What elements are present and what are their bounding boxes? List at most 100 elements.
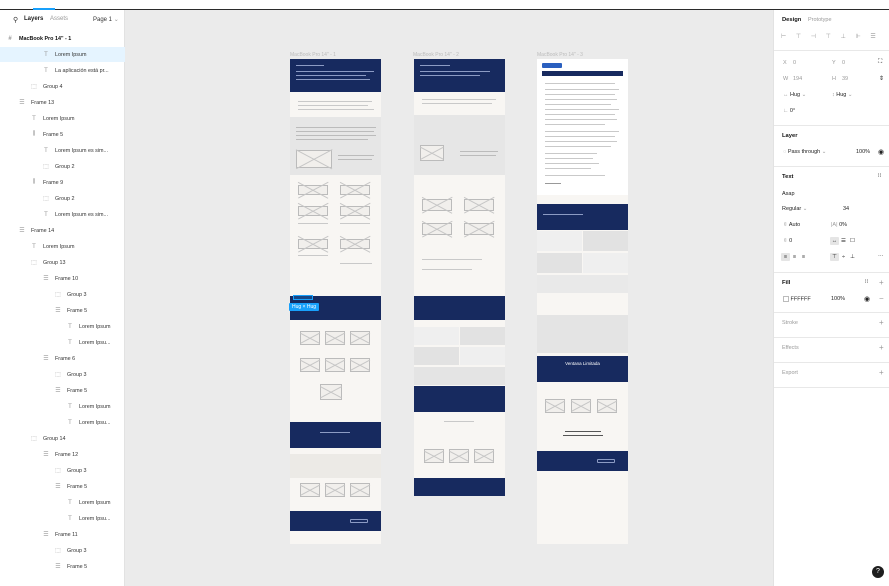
fill-swatch[interactable] — [783, 296, 789, 302]
layer-row[interactable]: ⫼ Frame 9 — [0, 175, 125, 190]
auto-height-icon[interactable]: ☰ — [839, 237, 848, 245]
layer-row[interactable]: T Lorem Ipsum — [0, 495, 125, 510]
fill-color-input[interactable]: FFFFFF — [783, 296, 811, 302]
layer-row[interactable]: ☰ Frame 12 — [0, 447, 125, 462]
image-placeholder — [298, 206, 328, 216]
eye-icon[interactable]: ◉ — [864, 295, 870, 303]
layer-row[interactable]: T Lorem Ipsum — [0, 47, 125, 62]
layer-row[interactable]: ⬚ Group 3 — [0, 367, 125, 382]
layer-row[interactable]: T Lorem Ipsum es sim... — [0, 207, 125, 222]
x-input[interactable]: 0 — [793, 60, 796, 66]
add-fill-icon[interactable]: + — [879, 278, 884, 287]
add-effect-icon[interactable]: + — [879, 343, 884, 352]
font-weight-select[interactable]: Regular ⌄ — [782, 206, 807, 212]
layer-row[interactable]: ☰ Frame 5 — [0, 479, 125, 494]
layer-row[interactable]: T Lorem Ipsum — [0, 399, 125, 414]
frame-3[interactable]: Ventana Limitada — [537, 59, 628, 544]
fill-styles-icon[interactable]: ⁞⁞ — [865, 279, 868, 285]
layer-row[interactable]: # MacBook Pro 14" - 1 — [0, 31, 125, 46]
vertical-align-toggle[interactable]: ⊤ ÷ ⊥ — [830, 253, 857, 261]
add-stroke-icon[interactable]: + — [879, 318, 884, 327]
frame-1[interactable] — [290, 59, 381, 544]
resize-mode-toggle[interactable]: ↔ ☰ ☐ — [830, 237, 857, 245]
align-center-icon[interactable]: ≡ — [790, 253, 799, 261]
eye-icon[interactable]: ◉ — [878, 148, 884, 156]
frame-label-1[interactable]: MacBook Pro 14" - 1 — [290, 52, 336, 58]
blend-mode-select[interactable]: ◌ Pass through ⌄ — [783, 149, 826, 155]
hug-width-select[interactable]: ↔ Hug ⌄ — [783, 92, 806, 98]
remove-fill-icon[interactable]: − — [879, 294, 884, 303]
layer-row[interactable]: T Lorem Ipsu... — [0, 415, 125, 430]
text-align-toggle[interactable]: ≡ ≡ ≡ — [781, 253, 808, 261]
fill-hex-value: FFFFFF — [790, 296, 811, 303]
layer-row[interactable]: ⫼ Frame 5 — [0, 127, 125, 142]
align-middle-icon[interactable]: ÷ — [839, 253, 848, 261]
layer-row[interactable]: ☰ Frame 14 — [0, 223, 125, 238]
layer-row[interactable]: ☰ Frame 6 — [0, 351, 125, 366]
page-selector[interactable]: Page 1 ⌄ — [93, 16, 119, 23]
layer-row[interactable]: T Lorem Ipsum es sim... — [0, 143, 125, 158]
add-export-icon[interactable]: + — [879, 368, 884, 377]
layer-label: Group 3 — [67, 467, 87, 474]
layer-row[interactable]: T Lorem Ipsu... — [0, 335, 125, 350]
rotation-input[interactable]: ∟ 0° — [783, 108, 795, 114]
font-family-select[interactable]: Asap — [782, 191, 795, 197]
y-input[interactable]: 0 — [842, 60, 845, 66]
search-icon[interactable]: ⚲ — [13, 16, 18, 24]
help-button[interactable]: ? — [872, 566, 884, 578]
lock-ratio-icon[interactable]: ⇕ — [879, 75, 884, 82]
layer-row[interactable]: ☰ Frame 11 — [0, 527, 125, 542]
layer-row[interactable]: T Lorem Ipsum — [0, 239, 125, 254]
paragraph-spacing-input[interactable]: ⇳ 0 — [783, 238, 792, 244]
effects-section-title[interactable]: Effects — [782, 345, 799, 351]
layer-row[interactable]: ⬚ Group 2 — [0, 191, 125, 206]
h-input[interactable]: 39 — [842, 76, 848, 82]
fill-opacity-input[interactable]: 100% — [831, 296, 845, 302]
layer-row[interactable]: ☰ Frame 13 — [0, 95, 125, 110]
align-toolbar[interactable]: ⊢ ⊤ ⊣ ⊤ ⊥ ⊩ ☰ — [781, 33, 880, 40]
text-styles-icon[interactable]: ⁞⁞ — [878, 173, 881, 179]
fixed-size-icon[interactable]: ☐ — [848, 237, 857, 245]
layer-row[interactable]: ☰ Frame 5 — [0, 383, 125, 398]
image-placeholder — [320, 384, 342, 400]
layer-row[interactable]: ⬚ Group 14 — [0, 431, 125, 446]
tab-assets[interactable]: Assets — [50, 16, 68, 22]
layer-row[interactable]: ⬚ Group 3 — [0, 463, 125, 478]
layer-row[interactable]: T La aplicación está pr... — [0, 63, 125, 78]
hug-height-select[interactable]: ↕ Hug ⌄ — [832, 92, 853, 98]
canvas[interactable]: MacBook Pro 14" - 1 MacBook Pro 14" - 2 … — [126, 10, 773, 586]
layer-row[interactable]: ⬚ Group 3 — [0, 543, 125, 558]
layer-row[interactable]: ⬚ Group 2 — [0, 159, 125, 174]
auto-width-icon[interactable]: ↔ — [830, 237, 839, 245]
letter-spacing-input[interactable]: |A| 0% — [831, 222, 847, 228]
align-top-icon[interactable]: ⊤ — [830, 253, 839, 261]
align-bottom-icon[interactable]: ⊥ — [848, 253, 857, 261]
layer-row[interactable]: ⬚ Group 13 — [0, 255, 125, 270]
frame-label-3[interactable]: MacBook Pro 14" - 3 — [537, 52, 583, 58]
frame-label-2[interactable]: MacBook Pro 14" - 2 — [413, 52, 459, 58]
stroke-section-title[interactable]: Stroke — [782, 320, 798, 326]
layer-row[interactable]: T Lorem Ipsu... — [0, 511, 125, 526]
constraints-icon[interactable]: ⛶ — [878, 59, 882, 66]
tab-layers[interactable]: Layers — [24, 16, 43, 22]
document-page — [537, 59, 628, 195]
layer-opacity-input[interactable]: 100% — [856, 149, 870, 155]
tab-prototype[interactable]: Prototype — [808, 17, 832, 23]
w-input[interactable]: 194 — [793, 76, 802, 82]
layer-row[interactable]: ⬚ Group 3 — [0, 287, 125, 302]
export-section-title[interactable]: Export — [782, 370, 798, 376]
selection-rectangle[interactable] — [293, 295, 313, 300]
layer-row[interactable]: ☰ Frame 10 — [0, 271, 125, 286]
align-right-icon[interactable]: ≡ — [799, 253, 808, 261]
layer-row[interactable]: ☰ Frame 5 — [0, 303, 125, 318]
align-left-icon[interactable]: ≡ — [781, 253, 790, 261]
layer-row[interactable]: T Lorem Ipsum — [0, 319, 125, 334]
more-options-icon[interactable]: ··· — [878, 253, 884, 259]
frame-2[interactable] — [414, 59, 505, 496]
layer-row[interactable]: ☰ Frame 5 — [0, 559, 125, 574]
line-height-input[interactable]: ⇳ Auto — [783, 222, 800, 228]
tab-design[interactable]: Design — [782, 17, 801, 23]
layer-row[interactable]: T Lorem Ipsum — [0, 111, 125, 126]
font-size-input[interactable]: 34 — [843, 206, 849, 212]
layer-row[interactable]: ⬚ Group 4 — [0, 79, 125, 94]
